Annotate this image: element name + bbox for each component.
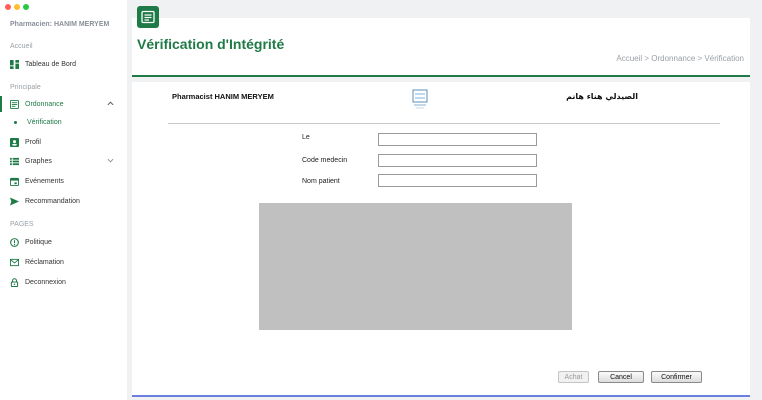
app-logo-icon — [137, 6, 159, 28]
sidebar-item-dashboard[interactable]: Tableau de Bord — [10, 57, 120, 71]
nom-patient-input[interactable] — [378, 174, 537, 187]
sidebar-item-graphes[interactable]: Graphes — [10, 154, 120, 168]
sidebar-item-reclamation[interactable]: Réclamation — [10, 255, 120, 269]
confirm-button[interactable]: Confirmer — [651, 371, 702, 383]
verification-card: Pharmacist HANIM MERYEM الصيدلي هناء هان… — [132, 82, 750, 397]
code-medecin-input[interactable] — [378, 154, 537, 167]
section-accueil: Accueil — [10, 43, 33, 50]
le-label: Le — [302, 134, 310, 141]
dashboard-icon — [10, 59, 19, 69]
sidebar-item-label: Politique — [25, 238, 52, 246]
sidebar-item-label: Evénements — [25, 177, 64, 185]
sidebar-item-politique[interactable]: Politique — [10, 235, 120, 249]
lock-icon — [10, 277, 19, 287]
pharmacy-logo-icon — [412, 89, 428, 109]
sidebar-item-label: Profil — [25, 138, 41, 146]
bullet-icon — [14, 121, 17, 124]
cancel-button[interactable]: Cancel — [598, 371, 644, 383]
sidebar-item-evenements[interactable]: Evénements — [10, 174, 120, 188]
code-medecin-label: Code medecin — [302, 157, 348, 164]
current-user-label: Pharmacien: HANIM MERYEM — [10, 21, 110, 28]
breadcrumb: Accueil > Ordonnance > Vérification — [616, 54, 744, 63]
calendar-icon — [10, 177, 19, 186]
section-principale: Principale — [10, 84, 41, 91]
chart-icon — [10, 157, 19, 166]
sidebar-item-profil[interactable]: Profil — [10, 135, 120, 149]
sidebar-item-label: Graphes — [25, 157, 52, 165]
prescription-image-area[interactable] — [259, 203, 572, 330]
section-pages: PAGES — [10, 221, 34, 228]
mail-icon — [10, 258, 19, 267]
nom-patient-label: Nom patient — [302, 178, 340, 185]
sidebar: Pharmacien: HANIM MERYEM Accueil Tableau… — [0, 0, 127, 400]
active-indicator — [0, 96, 2, 112]
chevron-up-icon — [107, 101, 114, 106]
sidebar-item-label: Tableau de Bord — [25, 60, 76, 68]
sidebar-item-recommandation[interactable]: Recommandation — [10, 194, 120, 208]
sidebar-item-ordonnance[interactable]: Ordonnance — [10, 97, 120, 111]
sidebar-item-label: Recommandation — [25, 197, 80, 205]
sidebar-item-deconnexion[interactable]: Deconnexion — [10, 275, 120, 289]
pharmacist-name: Pharmacist HANIM MERYEM — [172, 92, 274, 101]
sidebar-subitem-verification[interactable]: Vérification — [14, 119, 62, 126]
sidebar-item-label: Ordonnance — [25, 100, 64, 108]
window-controls — [5, 4, 29, 10]
sidebar-subitem-label: Vérification — [27, 119, 62, 126]
sidebar-item-label: Réclamation — [25, 258, 64, 266]
close-window-button[interactable] — [5, 4, 11, 10]
chevron-down-icon — [107, 158, 114, 163]
profile-icon — [10, 137, 19, 147]
sidebar-item-label: Deconnexion — [25, 278, 66, 286]
pharmacist-name-arabic: الصيدلي هناء هانم — [566, 92, 638, 101]
maximize-window-button[interactable] — [23, 4, 29, 10]
achat-button[interactable]: Achat — [558, 371, 589, 383]
send-icon — [10, 196, 19, 206]
le-input[interactable] — [378, 133, 537, 146]
page-header: Vérification d'Intégrité Accueil > Ordon… — [132, 18, 750, 77]
minimize-window-button[interactable] — [14, 4, 20, 10]
page-title: Vérification d'Intégrité — [137, 36, 285, 52]
info-icon — [10, 237, 19, 247]
list-icon — [10, 99, 19, 109]
divider — [168, 123, 720, 124]
